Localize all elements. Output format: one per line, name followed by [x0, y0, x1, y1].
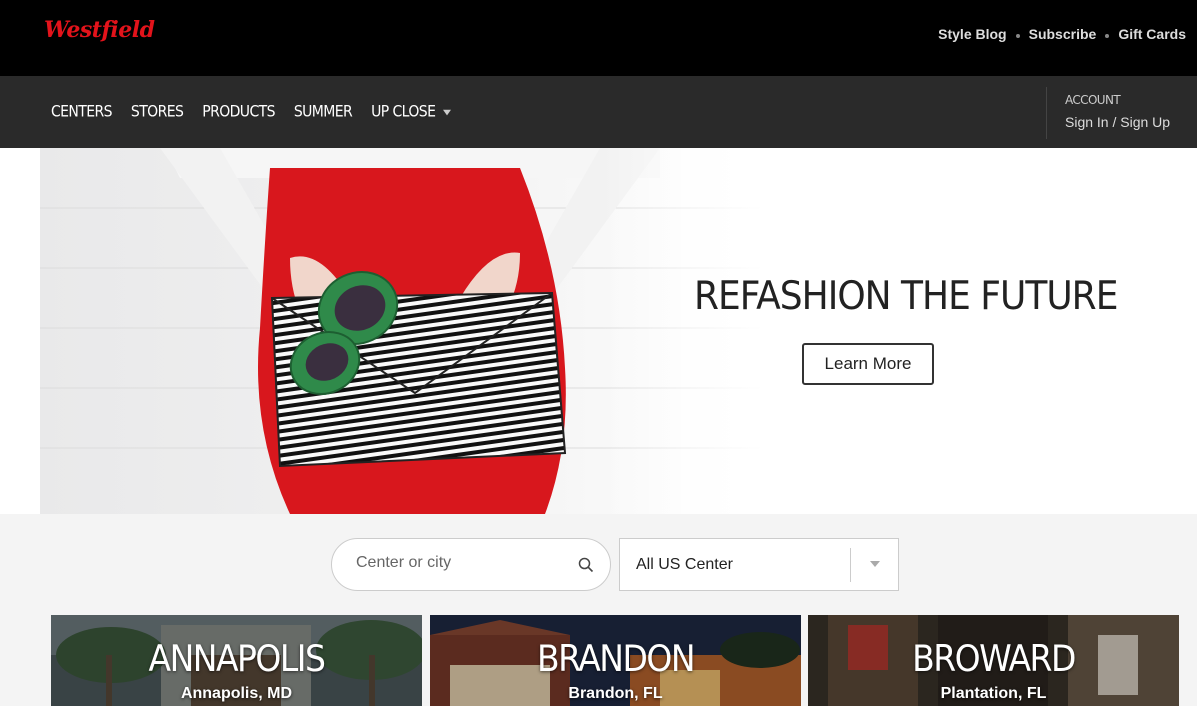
nav-item-label: UP CLOSE [371, 103, 436, 121]
nav-item-label: CENTERS [51, 103, 113, 121]
search-icon[interactable] [578, 557, 594, 573]
center-name: BRANDON [536, 637, 696, 680]
style-blog-link[interactable]: Style Blog [938, 26, 1006, 42]
hero-banner: REFASHION THE FUTURE Learn More [0, 148, 1197, 514]
sign-in-link[interactable]: Sign In / Sign Up [1065, 114, 1170, 130]
nav-item-products[interactable]: PRODUCTS [202, 103, 275, 121]
center-name: BROWARD [912, 637, 1076, 680]
nav-item-label: STORES [130, 103, 184, 121]
subscribe-link[interactable]: Subscribe [1029, 26, 1097, 42]
account-menu: ACCOUNT Sign In / Sign Up [1046, 87, 1170, 139]
select-value: All US Center [636, 556, 733, 573]
hero-fade [600, 148, 780, 514]
select-divider [850, 548, 851, 582]
nav-item-centers[interactable]: CENTERS [51, 103, 113, 121]
center-select[interactable]: All US Center [619, 538, 899, 591]
separator-dot [1015, 34, 1020, 38]
center-search [331, 538, 611, 591]
learn-more-button[interactable]: Learn More [802, 343, 934, 385]
main-nav: CENTERS STORES PRODUCTS SUMMER UP CLOSE [51, 103, 470, 121]
nav-item-label: PRODUCTS [202, 103, 275, 121]
nav-item-up-close[interactable]: UP CLOSE [371, 103, 452, 121]
account-label: ACCOUNT [1065, 93, 1121, 107]
nav-item-summer[interactable]: SUMMER [293, 103, 353, 121]
center-location: Plantation, FL [940, 685, 1047, 702]
chevron-down-icon [870, 561, 880, 567]
chevron-down-icon [443, 109, 452, 115]
westfield-logo[interactable]: Westfield [44, 17, 155, 43]
gift-cards-link[interactable]: Gift Cards [1118, 26, 1186, 42]
center-location: Brandon, FL [568, 685, 663, 702]
utility-links: Style Blog Subscribe Gift Cards [938, 26, 1186, 42]
center-card-annapolis[interactable]: ANNAPOLIS Annapolis, MD [51, 615, 422, 706]
separator-dot [1105, 34, 1110, 38]
hero-title: REFASHION THE FUTURE [694, 274, 1118, 319]
nav-item-stores[interactable]: STORES [130, 103, 184, 121]
search-input[interactable] [356, 554, 566, 572]
center-card-broward[interactable]: BROWARD Plantation, FL [808, 615, 1179, 706]
center-location: Annapolis, MD [180, 685, 293, 702]
center-name: ANNAPOLIS [148, 637, 326, 680]
nav-item-label: SUMMER [293, 103, 353, 121]
main-nav-bar: CENTERS STORES PRODUCTS SUMMER UP CLOSE … [0, 76, 1197, 148]
center-card-brandon[interactable]: BRANDON Brandon, FL [430, 615, 801, 706]
top-bar: Westfield Style Blog Subscribe Gift Card… [0, 0, 1197, 76]
